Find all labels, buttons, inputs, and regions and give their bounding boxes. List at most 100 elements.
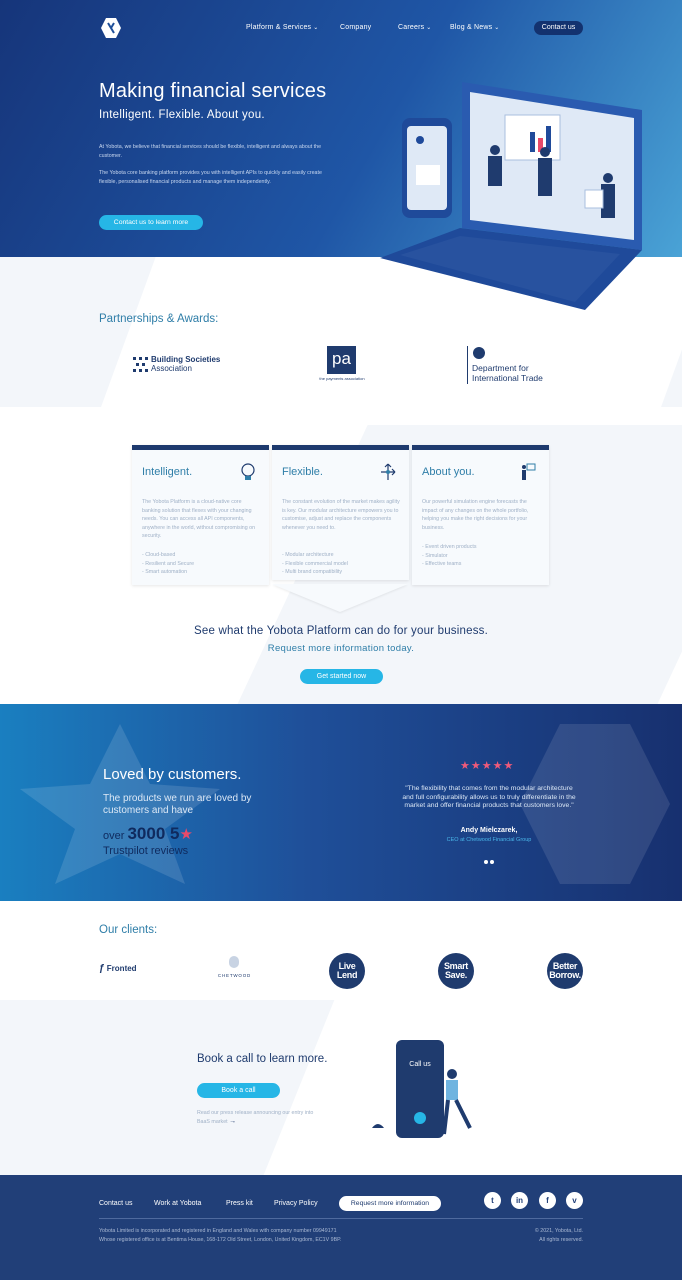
testimonial-author: Andy Mielczarek, xyxy=(460,827,518,834)
linkedin-icon[interactable]: in xyxy=(511,1192,528,1209)
dit-rule xyxy=(467,346,468,384)
partnerships-title: Partnerships & Awards: xyxy=(99,313,219,325)
feature-bullet: - Cloud-based xyxy=(142,552,176,558)
bsa-line2: Association xyxy=(151,364,192,373)
chevron-down-icon: ⌄ xyxy=(426,25,432,31)
rating-stars: ★★★★★ xyxy=(460,760,515,772)
building-societies-logo: Building Societies Association xyxy=(133,354,228,376)
client-logo-smart-save: Smart Save. xyxy=(438,953,474,989)
footer-link-privacy[interactable]: Privacy Policy xyxy=(274,1200,318,1207)
testimonials-section: Loved by customers. The products we run … xyxy=(0,704,682,901)
feature-bullet: - Multi brand compatibility xyxy=(282,569,343,575)
feature-card-intelligent: Intelligent. The Yobota Platform is a cl… xyxy=(132,445,269,585)
phone-shape xyxy=(372,1040,472,1138)
dit-line2: International Trade xyxy=(472,373,543,383)
twitter-icon[interactable]: t xyxy=(484,1192,501,1209)
feature-bullet: - Simulator xyxy=(422,552,448,559)
feature-description: Our powerful simulation engine forecasts… xyxy=(422,499,529,531)
client-logo-better-borrow: Better Borrow. xyxy=(547,953,583,989)
footer-link-contact[interactable]: Contact us xyxy=(99,1200,132,1207)
hero-subtitle: Intelligent. Flexible. About you. xyxy=(99,109,265,121)
footer-link-press-kit[interactable]: Press kit xyxy=(226,1200,253,1207)
contact-learn-more-button[interactable]: Contact us to learn more xyxy=(99,215,203,230)
dit-line1: Department for xyxy=(472,363,529,373)
request-more-info-button[interactable]: Request more information xyxy=(339,1196,441,1211)
yobota-logo[interactable] xyxy=(100,17,122,39)
feature-bullets: - Event driven products - Simulator - Ef… xyxy=(422,543,476,569)
crest-icon xyxy=(473,347,485,359)
nav-item-blog-news[interactable]: Blog & News ⌄ xyxy=(450,24,500,31)
copyright-line: © 2021, Yobota, Ltd. xyxy=(534,1228,583,1234)
feature-bullet: - Effective teams xyxy=(422,561,462,567)
carousel-dot-active[interactable] xyxy=(484,860,488,864)
nav-label: Platform & Services xyxy=(246,24,312,31)
testimonial-quote: "The flexibility that comes from the mod… xyxy=(402,785,576,809)
feature-bullet: - Modular architecture xyxy=(282,552,334,558)
nav-item-careers[interactable]: Careers ⌄ xyxy=(398,24,432,31)
get-started-button[interactable]: Get started now xyxy=(300,669,383,684)
laptop-illustration xyxy=(380,82,642,310)
legal-line1: Yobota Limited is incorporated and regis… xyxy=(99,1228,337,1234)
book-call-title: Book a call to learn more. xyxy=(197,1053,328,1065)
page: Platform & Services ⌄ Company Careers ⌄ Bl… xyxy=(0,0,682,1280)
feature-bullet: - Smart automation xyxy=(142,569,188,575)
footer-link-work[interactable]: Work at Yobota xyxy=(154,1200,201,1207)
call-us-label: Call us xyxy=(409,1061,431,1068)
chevron-down-icon: ⌄ xyxy=(313,25,319,31)
star-icon: ★ xyxy=(179,826,193,843)
hero-title: Making financial services xyxy=(99,80,327,102)
nav-item-platform-services[interactable]: Platform & Services ⌄ xyxy=(246,24,319,31)
chevron-down-icon: ⌄ xyxy=(494,25,500,31)
trustpilot-label: Trustpilot reviews xyxy=(103,845,189,857)
request-info-link[interactable]: Request more information today. xyxy=(0,643,682,654)
arrows-icon xyxy=(381,463,396,480)
feature-bullets: - Modular architecture - Flexible commer… xyxy=(282,551,348,577)
vimeo-icon[interactable]: v xyxy=(566,1192,583,1209)
feature-title: Intelligent. xyxy=(142,466,193,478)
press-release-link[interactable]: Read our press release announcing our en… xyxy=(197,1109,317,1126)
client-logo-fronted: ƒ Fronted xyxy=(99,963,137,974)
pa-caption: the payments association xyxy=(319,376,365,381)
book-call-button[interactable]: Book a call xyxy=(197,1083,280,1098)
contact-us-button[interactable]: Contact us xyxy=(534,21,583,35)
client-name: Fronted xyxy=(106,964,137,973)
platform-headline: See what the Yobota Platform can do for … xyxy=(193,625,488,637)
lightbulb-icon xyxy=(241,463,255,480)
nav-label: Blog & News xyxy=(450,24,493,31)
client-name: CHETWOOD xyxy=(217,973,252,978)
feature-title: About you. xyxy=(422,466,475,478)
carousel-dot[interactable] xyxy=(490,860,494,864)
hero-paragraph-1: At Yobota, we believe that financial ser… xyxy=(99,144,322,159)
footer-divider xyxy=(99,1218,583,1219)
payments-association-logo: pa the payments association xyxy=(315,346,369,384)
client-logo-chetwood: CHETWOOD xyxy=(216,956,253,984)
pa-mark: pa xyxy=(327,346,356,374)
feature-bullet: - Flexible commercial model xyxy=(282,560,348,567)
fronted-icon: ƒ xyxy=(99,963,105,974)
arrow-right-icon: → xyxy=(229,1117,237,1125)
copyright: © 2021, Yobota, Ltd. All rights reserved… xyxy=(500,1227,583,1244)
feature-bullets: - Cloud-based - Resilient and Secure - S… xyxy=(142,551,194,577)
hero-paragraph-2: The Yobota core banking platform provide… xyxy=(99,170,322,185)
legal-text: Yobota Limited is incorporated and regis… xyxy=(99,1227,399,1244)
phone-illustration: Call us xyxy=(370,1038,490,1138)
review-count: over 3000 5★ xyxy=(103,824,193,844)
feature-bullet: - Event driven products xyxy=(422,544,477,550)
clients-title: Our clients: xyxy=(99,924,158,936)
count-value: 3000 5 xyxy=(127,824,180,843)
nav-label: Company xyxy=(340,24,372,31)
presenter-icon xyxy=(522,463,536,480)
testimonial-role: CEO at Chetwood Financial Group xyxy=(446,837,532,843)
footer: Contact us Work at Yobota Press kit Priv… xyxy=(0,1175,682,1280)
chetwood-emblem-icon xyxy=(229,956,239,968)
loved-title: Loved by customers. xyxy=(103,766,242,783)
flexible-card-arrow xyxy=(272,584,408,612)
feature-bullet: - Resilient and Secure xyxy=(142,560,195,567)
feature-title: Flexible. xyxy=(282,466,323,478)
rights-line: All rights reserved. xyxy=(539,1236,583,1243)
nav-item-company[interactable]: Company xyxy=(340,24,371,31)
feature-description: The Yobota Platform is a cloud-native co… xyxy=(142,499,256,539)
press-text: Read our press release announcing our en… xyxy=(197,1110,314,1125)
loved-text: The products we run are loved by custome… xyxy=(103,793,252,816)
facebook-icon[interactable]: f xyxy=(539,1192,556,1209)
